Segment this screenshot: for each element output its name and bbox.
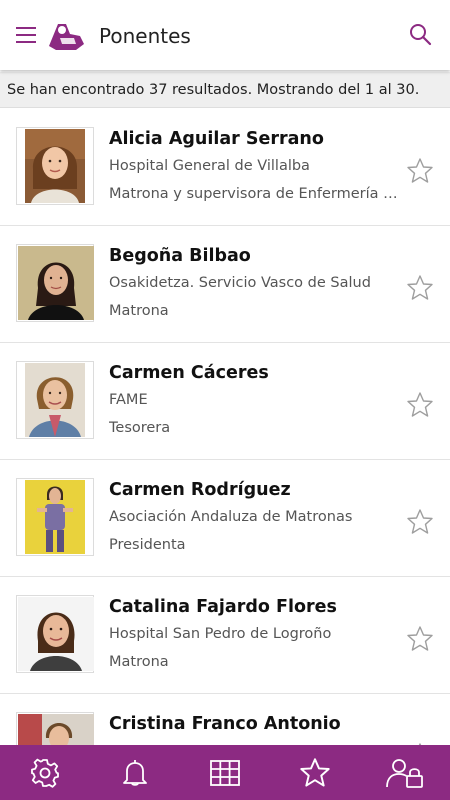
speaker-list-item[interactable]: Cristina Franco Antonio: [0, 694, 450, 745]
speaker-name: Begoña Bilbao: [109, 246, 251, 266]
speaker-organization: FAME: [109, 392, 148, 408]
speaker-list-item[interactable]: Begoña Bilbao Osakidetza. Servicio Vasco…: [0, 226, 450, 343]
speaker-list: Alicia Aguilar Serrano Hospital General …: [0, 109, 450, 745]
avatar: [25, 480, 85, 554]
speaker-role: Matrona: [109, 303, 169, 319]
avatar-frame: [16, 127, 94, 205]
speaker-name: Cristina Franco Antonio: [109, 714, 341, 734]
avatar-frame: [16, 595, 94, 673]
avatar-frame: [16, 244, 94, 322]
avatar: [18, 246, 94, 320]
speaker-name: Alicia Aguilar Serrano: [109, 129, 324, 149]
nav-notifications-button[interactable]: [105, 745, 165, 800]
speaker-role: Presidenta: [109, 537, 186, 553]
menu-icon[interactable]: [14, 24, 38, 46]
avatar: [18, 714, 94, 745]
nav-settings-button[interactable]: [15, 745, 75, 800]
nav-profile-button[interactable]: [375, 745, 435, 800]
nav-schedule-button[interactable]: [195, 745, 255, 800]
star-outline-icon[interactable]: [406, 274, 434, 302]
avatar-frame: [16, 712, 94, 745]
user-lock-icon: [386, 758, 423, 788]
avatar: [25, 129, 85, 203]
speaker-role: Matrona: [109, 654, 169, 670]
speaker-name: Carmen Rodríguez: [109, 480, 291, 500]
results-count-text: Se han encontrado 37 resultados. Mostran…: [0, 72, 450, 108]
bell-icon: [123, 759, 147, 786]
bottom-navigation: [0, 745, 450, 800]
speaker-organization: Hospital General de Villalba: [109, 158, 310, 174]
avatar-frame: [16, 478, 94, 556]
app-header: Ponentes: [0, 0, 450, 70]
star-outline-icon[interactable]: [406, 625, 434, 653]
grid-icon: [210, 759, 240, 786]
speaker-list-item[interactable]: Catalina Fajardo Flores Hospital San Ped…: [0, 577, 450, 694]
avatar-frame: [16, 361, 94, 439]
page-title: Ponentes: [99, 24, 191, 48]
speaker-list-item[interactable]: Carmen Rodríguez Asociación Andaluza de …: [0, 460, 450, 577]
nav-favorites-button[interactable]: [285, 745, 345, 800]
speaker-organization: Osakidetza. Servicio Vasco de Salud: [109, 275, 371, 291]
speaker-list-item[interactable]: Carmen Cáceres FAME Tesorera: [0, 343, 450, 460]
avatar: [25, 363, 85, 437]
speaker-name: Carmen Cáceres: [109, 363, 269, 383]
star-outline-icon[interactable]: [406, 391, 434, 419]
star-outline-icon[interactable]: [406, 508, 434, 536]
avatar: [18, 597, 94, 671]
speaker-organization: Hospital San Pedro de Logroño: [109, 626, 332, 642]
speaker-name: Catalina Fajardo Flores: [109, 597, 337, 617]
star-icon: [300, 757, 330, 787]
speaker-role: Matrona y supervisora de Enfermería de O…: [109, 186, 401, 202]
speaker-organization: Asociación Andaluza de Matronas: [109, 509, 353, 525]
speaker-list-item[interactable]: Alicia Aguilar Serrano Hospital General …: [0, 109, 450, 226]
star-outline-icon[interactable]: [406, 157, 434, 185]
app-logo-icon: [46, 16, 86, 56]
gear-icon: [31, 758, 59, 788]
speaker-role: Tesorera: [109, 420, 171, 436]
search-icon[interactable]: [408, 22, 432, 46]
